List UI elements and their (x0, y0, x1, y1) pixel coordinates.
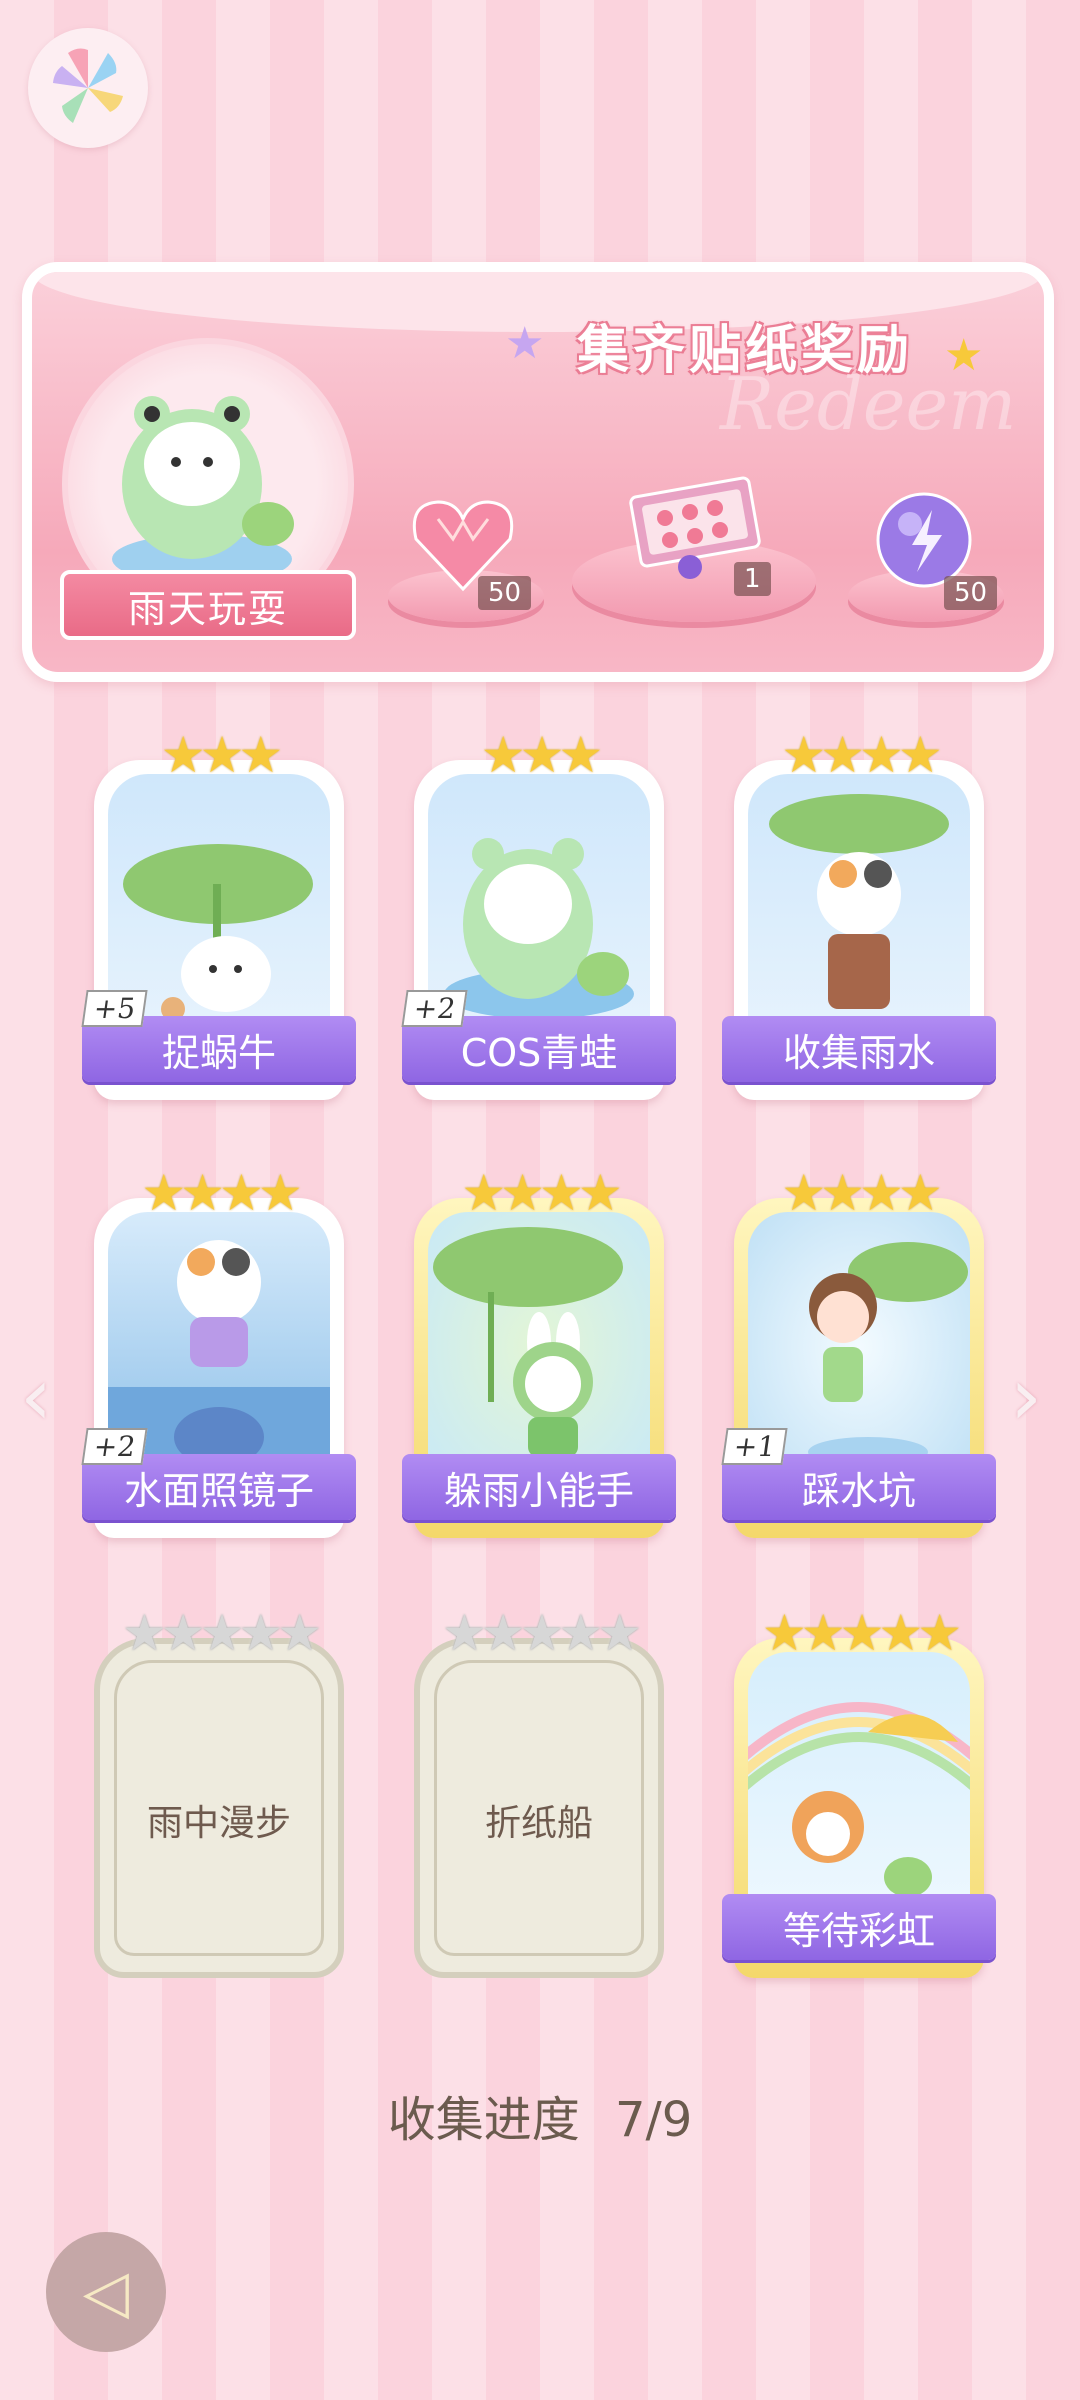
app-logo[interactable] (28, 28, 148, 148)
card-label: 折纸船 (484, 1803, 593, 1844)
card-stars: ★★★★ (141, 1164, 302, 1222)
sticker-card-5[interactable]: ★★★★ 躲雨小能手 (402, 1164, 676, 1538)
sticker-card-7-locked[interactable]: 雨中漫步 ★★★★★ (94, 1604, 344, 1978)
sticker-card-2[interactable]: ★★★ COS青蛙 +2 (401, 726, 676, 1100)
rain-collecting-cat-art (748, 774, 970, 1044)
rain-hider-bunny-art (428, 1212, 650, 1482)
collection-progress: 收集进度 7/9 (0, 2080, 1080, 2150)
card-stars-empty: ★★★★★ (121, 1604, 322, 1662)
card-bonus: +2 (401, 990, 468, 1027)
reward-count-2: 1 (734, 562, 771, 596)
banner-watermark: Redeem (720, 362, 1017, 446)
sticker-card-1[interactable]: ★★★ 捉蜗牛 +5 (81, 726, 356, 1100)
progress-value: 7/9 (615, 2092, 693, 2148)
card-bonus: +1 (721, 1428, 788, 1465)
sticker-card-4[interactable]: ★★★★ 水面照镜子 +2 (81, 1164, 356, 1538)
sticker-card-6[interactable]: ★★★★ 踩水坑 +1 (721, 1164, 996, 1538)
card-stars: ★★★ (160, 726, 283, 784)
progress-label: 收集进度 (387, 2092, 580, 2148)
card-label: 等待彩虹 (722, 1894, 996, 1960)
locked-frame: 雨中漫步 (94, 1638, 344, 1978)
card-stars: ★★★★ (781, 1164, 942, 1222)
lightning-orb-icon[interactable] (872, 490, 976, 590)
locked-frame: 折纸船 (414, 1638, 664, 1978)
back-arrow-icon: ◁ (82, 2257, 130, 2327)
card-bonus: +5 (81, 990, 148, 1027)
reward-count-1: 50 (478, 576, 532, 610)
sticker-card-3[interactable]: ★★★★ 收集雨水 (722, 726, 996, 1100)
card-stars-empty: ★★★★★ (441, 1604, 642, 1662)
card-label: 雨中漫步 (146, 1803, 291, 1844)
next-page-arrow-icon[interactable]: › (1010, 1350, 1042, 1443)
sticker-card-9[interactable]: ★★★★★ 等待彩虹 (722, 1604, 996, 1978)
card-stars: ★★★ (480, 726, 603, 784)
prev-page-arrow-icon[interactable]: ‹ (20, 1350, 52, 1443)
card-bonus: +2 (81, 1428, 148, 1465)
card-stars: ★★★★ (461, 1164, 622, 1222)
back-button[interactable]: ◁ (46, 2232, 166, 2352)
reward-count-3: 50 (944, 576, 998, 610)
card-stars: ★★★★★ (761, 1604, 962, 1662)
card-label: 收集雨水 (722, 1016, 996, 1082)
rainbow-shiba-art (748, 1652, 970, 1922)
card-label: 躲雨小能手 (402, 1454, 676, 1520)
card-stars: ★★★★ (781, 726, 942, 784)
avatar-label: 雨天玩耍 (60, 570, 356, 640)
pinwheel-icon (53, 48, 123, 123)
sticker-card-8-locked[interactable]: 折纸船 ★★★★★ (414, 1604, 664, 1978)
